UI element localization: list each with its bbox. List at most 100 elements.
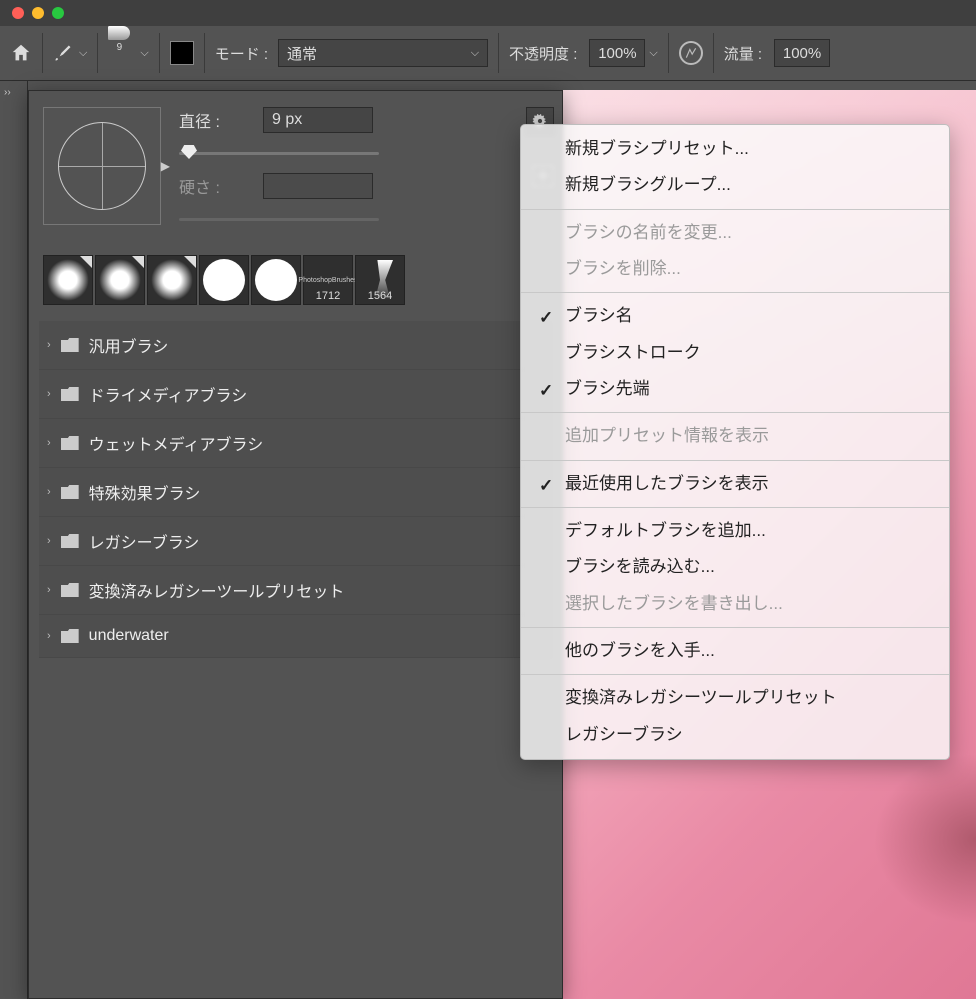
options-bar: ⌵ 9 ⌵ モード : 通常 ⌵ 不透明度 : 100% ⌵ 流量 : 100% <box>0 26 976 81</box>
brush-preset-panel: ▶ 直径 : 9 px 硬さ : ＋ PhotoshopBrushes17121… <box>28 90 563 999</box>
folder-icon <box>61 485 79 499</box>
flyout-item-label: 変換済みレガシーツールプリセット <box>565 688 837 707</box>
brush-folder-row[interactable]: › 特殊効果ブラシ <box>39 468 552 517</box>
folder-icon <box>61 387 79 401</box>
brush-angle-preview[interactable]: ▶ <box>43 107 161 225</box>
recent-brush-thumb[interactable] <box>95 255 145 305</box>
flyout-menu-item[interactable]: 変換済みレガシーツールプリセット <box>521 680 949 716</box>
check-icon: ✓ <box>539 378 553 404</box>
flyout-item-label: 選択したブラシを書き出し... <box>565 594 783 613</box>
flyout-menu-item[interactable]: ✓ ブラシ先端 <box>521 371 949 407</box>
expand-dock-icon[interactable]: ›› <box>0 81 27 104</box>
zoom-window-button[interactable] <box>52 7 64 19</box>
recent-brush-thumb[interactable] <box>147 255 197 305</box>
flyout-item-label: 他のブラシを入手... <box>565 641 715 660</box>
recent-brush-thumb[interactable]: PhotoshopBrushes1712 <box>303 255 353 305</box>
folder-label: レガシーブラシ <box>89 529 200 553</box>
folder-label: 特殊効果ブラシ <box>89 480 201 504</box>
opacity-label: 不透明度 : <box>499 26 587 80</box>
folder-icon <box>61 534 79 548</box>
titlebar <box>0 0 976 26</box>
flyout-item-label: レガシーブラシ <box>565 725 683 744</box>
chevron-right-icon: › <box>47 486 51 498</box>
minimize-window-button[interactable] <box>32 7 44 19</box>
home-button[interactable] <box>0 26 42 80</box>
left-dock: ›› <box>0 81 28 999</box>
chevron-down-icon: ⌵ <box>471 47 479 60</box>
folder-icon <box>61 583 79 597</box>
flyout-menu-item[interactable]: 新規ブラシグループ... <box>521 167 949 203</box>
brush-folder-row[interactable]: › underwater <box>39 615 552 658</box>
flyout-menu-item[interactable]: ブラシを読み込む... <box>521 549 949 585</box>
hardness-slider[interactable] <box>179 211 379 227</box>
diameter-slider[interactable] <box>179 145 379 161</box>
recent-brush-thumb[interactable] <box>43 255 93 305</box>
flyout-item-label: ブラシストローク <box>565 343 701 362</box>
recent-brush-thumb[interactable]: 1564 <box>355 255 405 305</box>
folder-icon <box>61 338 79 352</box>
flow-label: 流量 : <box>714 26 772 80</box>
flyout-item-label: ブラシ先端 <box>565 379 650 398</box>
brush-tip-icon <box>108 26 130 40</box>
flyout-menu-item[interactable]: レガシーブラシ <box>521 717 949 753</box>
check-icon: ✓ <box>539 473 553 499</box>
brush-tip-dropdown[interactable]: 9 <box>98 26 140 80</box>
chevron-right-icon: › <box>47 630 51 642</box>
diameter-field[interactable]: 9 px <box>263 107 373 133</box>
folder-label: underwater <box>89 627 169 645</box>
recent-brush-thumb[interactable] <box>251 255 301 305</box>
check-icon: ✓ <box>539 305 553 331</box>
brush-panel-flyout-menu: 新規ブラシプリセット... 新規ブラシグループ... ブラシの名前を変更... ブラシ… <box>520 124 950 760</box>
brush-folder-row[interactable]: › 汎用ブラシ <box>39 321 552 370</box>
brush-folder-row[interactable]: › ウェットメディアブラシ <box>39 419 552 468</box>
folder-label: 汎用ブラシ <box>89 333 169 357</box>
flyout-menu-item: ブラシの名前を変更... <box>521 215 949 251</box>
opacity-field[interactable]: 100% <box>589 39 645 67</box>
tool-indicator[interactable]: ⌵ <box>43 26 97 80</box>
folder-icon <box>61 629 79 643</box>
chevron-down-icon: ⌵ <box>79 47 87 60</box>
hardness-field[interactable] <box>263 173 373 199</box>
flyout-menu-item: 追加プリセット情報を表示 <box>521 418 949 454</box>
brush-folder-row[interactable]: › 変換済みレガシーツールプリセット <box>39 566 552 615</box>
flyout-item-label: ブラシを読み込む... <box>565 557 715 576</box>
diameter-label: 直径 : <box>179 108 249 132</box>
canvas-content <box>856 739 976 939</box>
mode-label: モード : <box>205 26 278 80</box>
chevron-down-icon[interactable]: ⌵ <box>649 47 657 60</box>
blend-mode-select[interactable]: 通常 ⌵ <box>278 39 488 67</box>
flyout-item-label: ブラシを削除... <box>565 259 681 278</box>
blend-mode-value: 通常 <box>287 43 317 64</box>
flyout-menu-item[interactable]: ✓ ブラシ名 <box>521 298 949 334</box>
folder-label: ウェットメディアブラシ <box>89 431 264 455</box>
flow-field[interactable]: 100% <box>774 39 830 67</box>
folder-label: 変換済みレガシーツールプリセット <box>89 578 345 602</box>
chevron-right-icon: › <box>47 584 51 596</box>
flyout-menu-item[interactable]: 他のブラシを入手... <box>521 633 949 669</box>
hardness-label: 硬さ : <box>179 174 249 198</box>
flyout-menu-item[interactable]: デフォルトブラシを追加... <box>521 513 949 549</box>
folder-icon <box>61 436 79 450</box>
brush-folder-row[interactable]: ›ドライメディアブラシ <box>39 370 552 419</box>
flyout-menu-item: ブラシを削除... <box>521 251 949 287</box>
brush-tip-size: 9 <box>117 42 123 53</box>
flyout-item-label: 新規ブラシグループ... <box>565 175 731 194</box>
flyout-item-label: 新規ブラシプリセット... <box>565 139 749 158</box>
brush-folder-row[interactable]: ›レガシーブラシ <box>39 517 552 566</box>
pen-pressure-opacity-toggle[interactable] <box>669 26 713 80</box>
close-window-button[interactable] <box>12 7 24 19</box>
flyout-item-label: ブラシ名 <box>565 306 633 325</box>
color-swatch[interactable] <box>160 26 204 80</box>
flyout-menu-item[interactable]: ブラシストローク <box>521 335 949 371</box>
brush-folder-list: ›汎用ブラシ›ドライメディアブラシ›ウェットメディアブラシ›特殊効果ブラシ›レガ… <box>39 321 552 658</box>
flyout-item-label: 追加プリセット情報を表示 <box>565 426 769 445</box>
chevron-right-icon: › <box>47 339 51 351</box>
recent-brush-thumb[interactable] <box>199 255 249 305</box>
brush-tip-chevron[interactable]: ⌵ <box>140 26 158 80</box>
flyout-item-label: デフォルトブラシを追加... <box>565 521 766 540</box>
chevron-right-icon: › <box>47 388 51 400</box>
recent-brushes-row: PhotoshopBrushes17121564 <box>29 255 562 305</box>
flyout-menu-item[interactable]: 新規ブラシプリセット... <box>521 131 949 167</box>
flyout-menu-item[interactable]: ✓最近使用したブラシを表示 <box>521 466 949 502</box>
chevron-right-icon: › <box>47 437 51 449</box>
